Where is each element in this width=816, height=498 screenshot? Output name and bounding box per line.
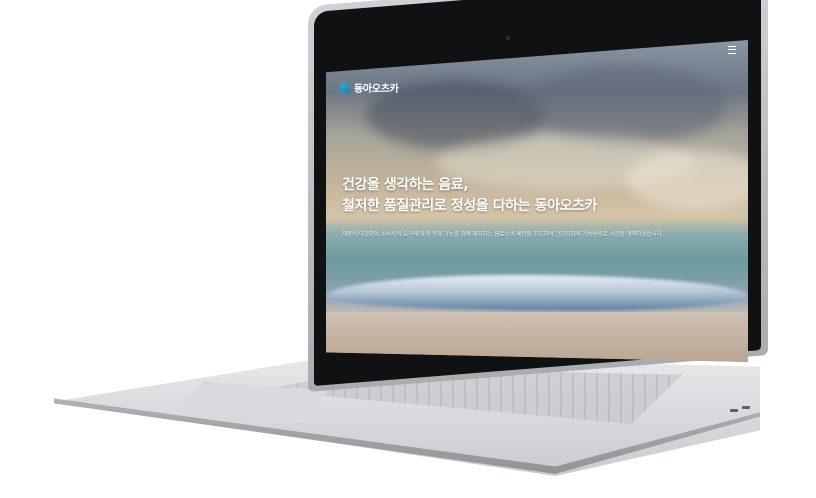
laptop-screen: 동아오츠카 건강을 생각하는 음료, 철저한 품질관리로 정성을 다하는 동아오… <box>326 40 748 362</box>
hero-headline: 건강을 생각하는 음료, 철저한 품질관리로 정성을 다하는 동아오츠카 <box>342 175 597 217</box>
laptop-mockup: 동아오츠카 건강을 생각하는 음료, 철저한 품질관리로 정성을 다하는 동아오… <box>0 0 816 498</box>
hamburger-menu-icon[interactable] <box>728 46 736 54</box>
site-logo[interactable]: 동아오츠카 <box>340 80 399 95</box>
webcam-icon <box>506 36 510 40</box>
usb-port <box>730 409 738 412</box>
hero-subtext: 제품의 다양화와 소비자의 요구에 맞게 맛과 기능을 함께 제공하는 음료수의… <box>342 232 664 238</box>
brand-name: 동아오츠카 <box>354 84 399 95</box>
hero-wave <box>326 275 748 311</box>
hero-cloud <box>526 65 726 145</box>
hero-cloud <box>626 150 748 210</box>
hero-headline-line1: 건강을 생각하는 음료, <box>342 177 469 193</box>
hero-headline-line2: 철저한 품질관리로 정성을 다하는 동아오츠카 <box>342 198 598 214</box>
brand-logo-icon <box>340 82 350 93</box>
usb-port <box>742 406 750 409</box>
